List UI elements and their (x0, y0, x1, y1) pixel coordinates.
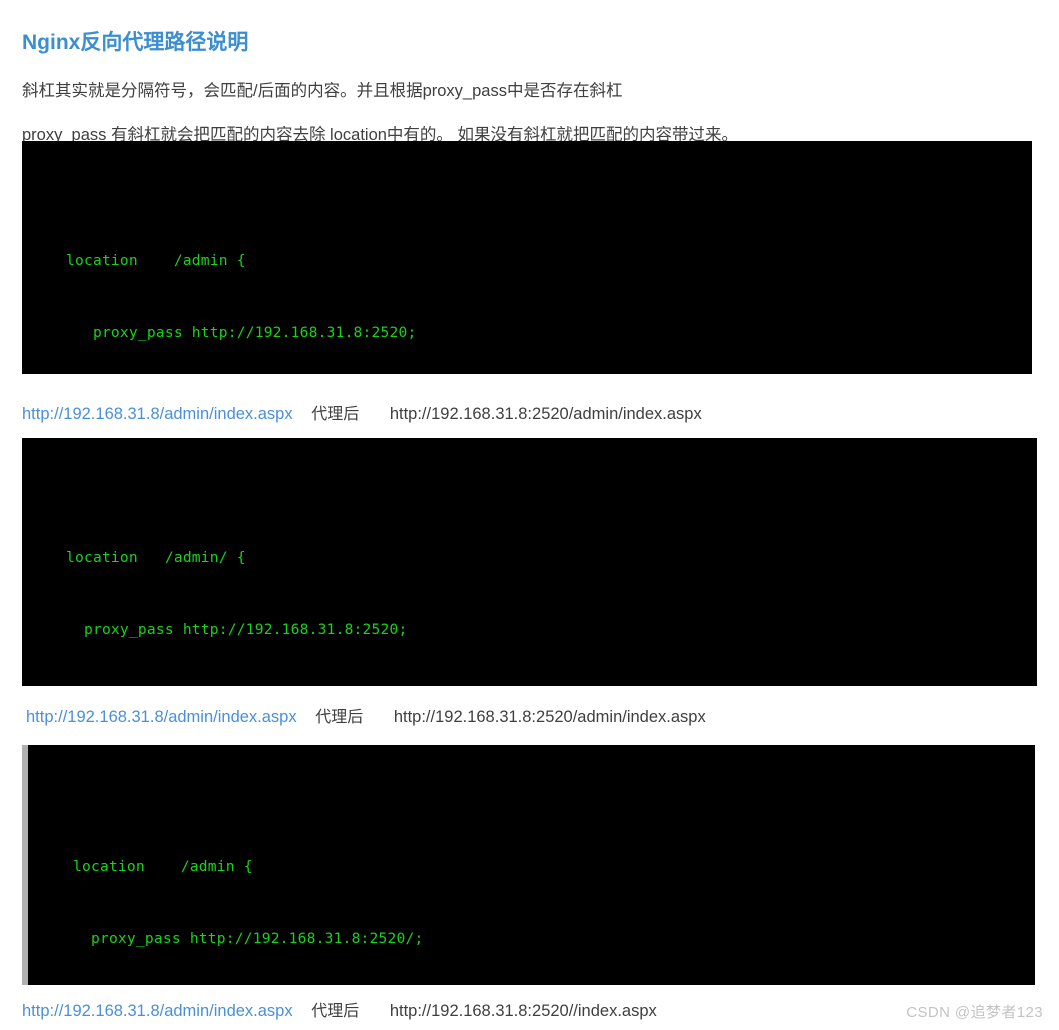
csdn-watermark: CSDN @追梦者123 (906, 1004, 1043, 1021)
code-block-2-content: location /admin/ { proxy_pass http://192… (22, 486, 1037, 686)
code-line: proxy_pass http://192.168.31.8:2520; (66, 324, 417, 341)
source-url-link[interactable]: http://192.168.31.8/admin/index.aspx (22, 1002, 293, 1020)
proxy-label: 代理后 (311, 1003, 360, 1020)
source-url-link[interactable]: http://192.168.31.8/admin/index.aspx (22, 405, 293, 423)
code-block-1-content: location /admin { proxy_pass http://192.… (22, 189, 1032, 374)
result-url: http://192.168.31.8:2520//index.aspx (389, 1002, 657, 1020)
code-block-nginx-2: location /admin/ { proxy_pass http://192… (22, 438, 1037, 686)
code-line: location /admin/ { (66, 549, 246, 566)
article-page: Nginx反向代理路径说明 斜杠其实就是分隔符号，会匹配/后面的内容。并且根据p… (0, 0, 1059, 1030)
code-block-nginx-3: location /admin { proxy_pass http://192.… (22, 745, 1035, 985)
proxy-label: 代理后 (311, 406, 360, 423)
code-line: location /admin { (73, 858, 253, 875)
source-url-link[interactable]: http://192.168.31.8/admin/index.aspx (26, 708, 297, 726)
result-url: http://192.168.31.8:2520/admin/index.asp… (389, 405, 702, 423)
url-mapping-row: http://192.168.31.8/admin/index.aspx 代理后… (22, 997, 657, 1021)
intro-paragraph-1: 斜杠其实就是分隔符号，会匹配/后面的内容。并且根据proxy_pass中是否存在… (22, 81, 623, 100)
url-mapping-row: http://192.168.31.8/admin/index.aspx 代理后… (22, 400, 702, 424)
page-title: Nginx反向代理路径说明 (22, 31, 249, 55)
code-block-3-content: location /admin { proxy_pass http://192.… (28, 793, 1035, 985)
proxy-label: 代理后 (315, 709, 364, 726)
code-line: location /admin { (66, 252, 246, 269)
result-url: http://192.168.31.8:2520/admin/index.asp… (393, 708, 706, 726)
code-line: proxy_pass http://192.168.31.8:2520; (66, 621, 408, 638)
code-line: proxy_pass http://192.168.31.8:2520/; (73, 930, 424, 947)
code-block-nginx-1: location /admin { proxy_pass http://192.… (22, 141, 1032, 374)
url-mapping-row: http://192.168.31.8/admin/index.aspx 代理后… (26, 703, 706, 727)
